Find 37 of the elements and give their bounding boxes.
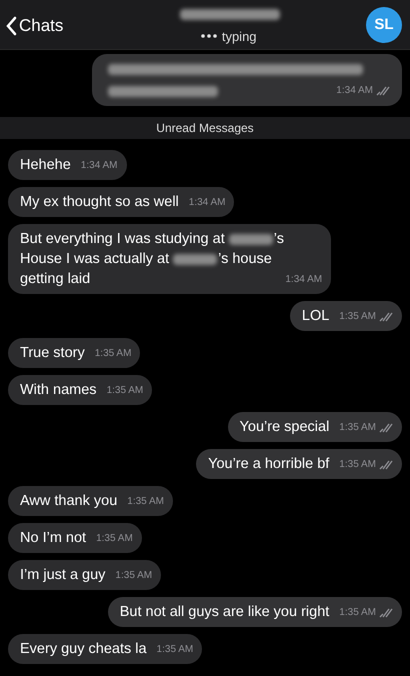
- message-text: Hehehe: [20, 157, 71, 173]
- message-text: You’re special: [240, 419, 330, 435]
- message-text: House I was actually at: [20, 251, 170, 267]
- message-text: My ex thought so as well: [20, 194, 179, 210]
- redaction-blur: [173, 254, 218, 265]
- message-time: 1:35 AM: [156, 643, 194, 657]
- message-text: But not all guys are like you right: [120, 604, 330, 620]
- message-time: 1:35 AM: [339, 606, 376, 620]
- message-text: Aww thank you: [20, 493, 118, 509]
- message-time: 1:35 AM: [115, 569, 152, 583]
- message-text: I’m just a guy: [20, 567, 106, 583]
- message-time: 1:34 AM: [80, 159, 118, 173]
- message-text: But everything I was studying at: [20, 231, 225, 247]
- message-text: ’s house: [218, 251, 272, 267]
- message-time: 1:35 AM: [339, 458, 376, 472]
- message-text: Every guy cheats la: [20, 641, 147, 657]
- message-time: 1:35 AM: [339, 421, 376, 435]
- typing-status: typing: [222, 28, 257, 44]
- message-time: 1:34 AM: [336, 84, 373, 98]
- message-time: 1:34 AM: [188, 196, 226, 210]
- message-text: True story: [20, 345, 85, 361]
- message-time: 1:35 AM: [106, 384, 144, 398]
- message-text: ’s: [274, 231, 284, 247]
- back-button[interactable]: Chats: [6, 16, 64, 36]
- message-text: LOL: [302, 308, 330, 324]
- chevron-left-icon: [6, 16, 17, 36]
- message-text: No I’m not: [20, 530, 86, 546]
- message-time: 1:35 AM: [339, 310, 376, 324]
- redaction-blur: [228, 234, 273, 245]
- message-time: 1:35 AM: [127, 495, 164, 509]
- message-time: 1:35 AM: [96, 532, 133, 546]
- typing-dots-icon: [200, 34, 217, 38]
- message-time: 1:34 AM: [285, 273, 322, 287]
- message-text: getting laid: [20, 271, 90, 287]
- message-text: With names: [20, 382, 97, 398]
- message-text: You’re a horrible bf: [208, 456, 330, 472]
- message-time: 1:35 AM: [94, 347, 132, 361]
